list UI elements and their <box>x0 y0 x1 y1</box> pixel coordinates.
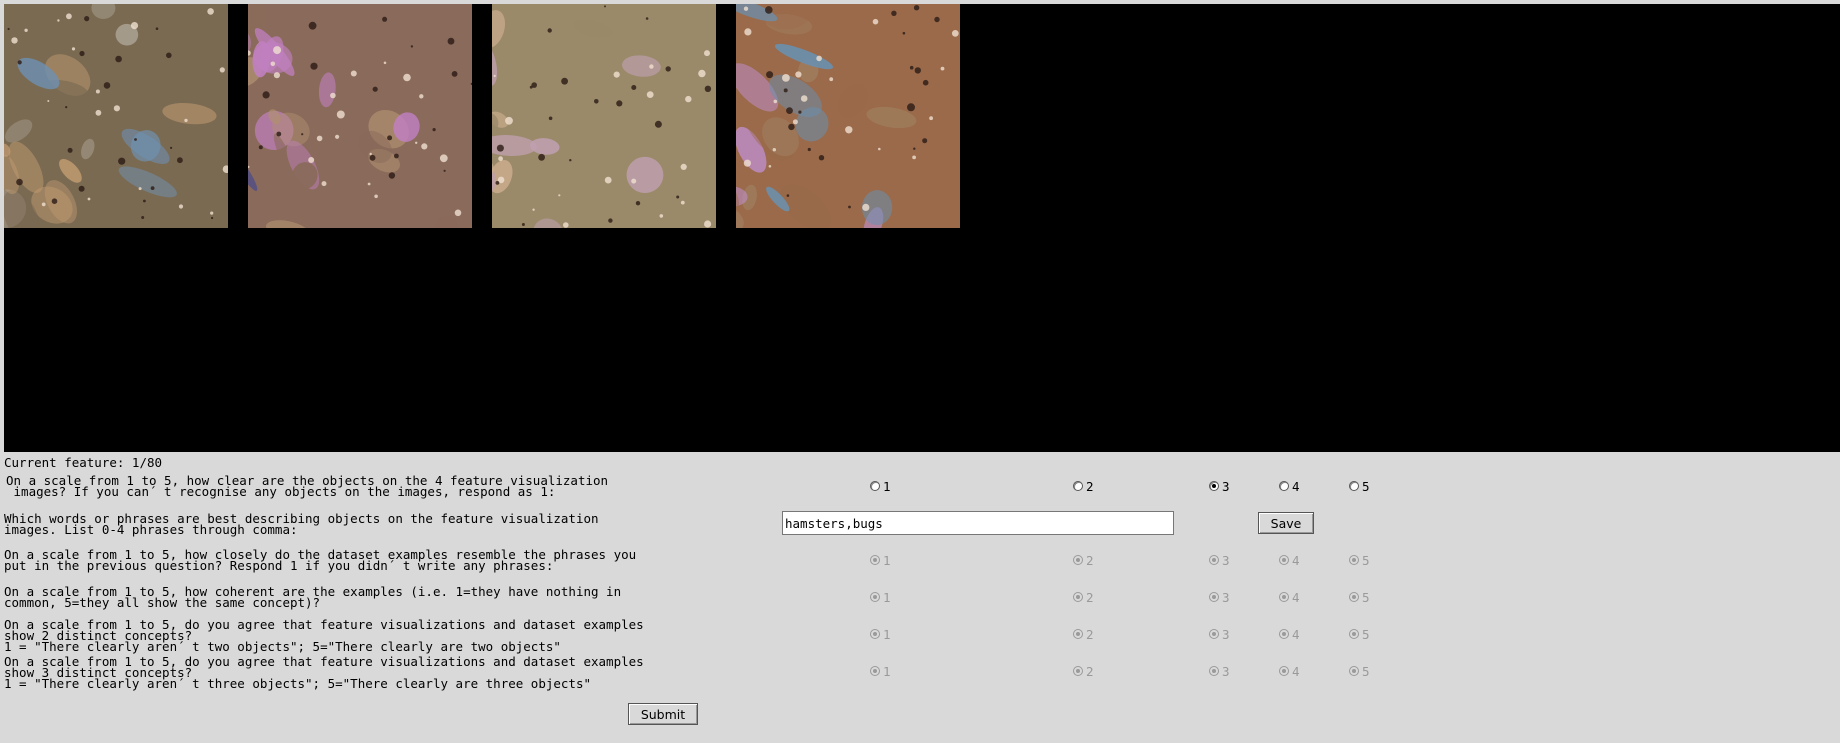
radio-resemblance-3: 3 <box>1209 552 1230 568</box>
radio-label: 2 <box>1086 589 1094 605</box>
question-clarity-line-2: images? If you can´ t recognise any obje… <box>6 484 556 499</box>
radio-label: 1 <box>883 626 891 642</box>
radio-coherence-4: 4 <box>1279 589 1300 605</box>
radio-dot-icon <box>1349 555 1359 565</box>
radio-dot-icon <box>1209 592 1219 602</box>
radio-label: 4 <box>1292 663 1300 679</box>
radio-dot-icon <box>1209 666 1219 676</box>
radio-dot-icon <box>870 481 880 491</box>
question-three-concepts-line-3: 1 = "There clearly aren´ t three objects… <box>4 676 591 691</box>
radio-coherence-2: 2 <box>1073 589 1094 605</box>
radio-clarity-1[interactable]: 1 <box>870 478 891 494</box>
radio-label: 5 <box>1362 663 1370 679</box>
radio-label: 2 <box>1086 552 1094 568</box>
radio-label: 4 <box>1292 552 1300 568</box>
feature-visualization-2 <box>248 4 472 228</box>
radio-dot-icon <box>870 555 880 565</box>
radio-resemblance-2: 2 <box>1073 552 1094 568</box>
radio-three-concepts-5: 5 <box>1349 663 1370 679</box>
radio-label: 4 <box>1292 589 1300 605</box>
radio-resemblance-1: 1 <box>870 552 891 568</box>
radio-label: 4 <box>1292 478 1300 494</box>
feature-visualization-3 <box>492 4 716 228</box>
radio-two-concepts-2: 2 <box>1073 626 1094 642</box>
radio-label: 3 <box>1222 626 1230 642</box>
radio-three-concepts-3: 3 <box>1209 663 1230 679</box>
question-clarity: On a scale from 1 to 5, how clear are th… <box>6 474 608 499</box>
radio-label: 1 <box>883 663 891 679</box>
radio-dot-icon <box>1209 629 1219 639</box>
radio-label: 5 <box>1362 478 1370 494</box>
radio-coherence-1: 1 <box>870 589 891 605</box>
radio-label: 2 <box>1086 626 1094 642</box>
radio-clarity-4[interactable]: 4 <box>1279 478 1300 494</box>
radio-dot-icon <box>1073 666 1083 676</box>
radio-label: 2 <box>1086 663 1094 679</box>
radio-three-concepts-4: 4 <box>1279 663 1300 679</box>
radio-label: 5 <box>1362 589 1370 605</box>
question-phrases: Which words or phrases are best describi… <box>4 512 599 536</box>
submit-button[interactable]: Submit <box>628 703 698 725</box>
radio-dot-icon <box>1349 629 1359 639</box>
radio-two-concepts-5: 5 <box>1349 626 1370 642</box>
current-feature-label: Current feature: 1/80 <box>4 455 163 470</box>
radio-dot-icon <box>870 629 880 639</box>
radio-dot-icon <box>1349 481 1359 491</box>
feature-visualization-1 <box>4 4 228 228</box>
radio-dot-icon <box>1209 555 1219 565</box>
radio-dot-icon <box>1073 481 1083 491</box>
radio-coherence-5: 5 <box>1349 589 1370 605</box>
radio-dot-icon <box>1073 592 1083 602</box>
save-button[interactable]: Save <box>1258 512 1314 534</box>
radio-dot-icon <box>1349 592 1359 602</box>
radio-dot-icon <box>1279 592 1289 602</box>
phrases-input[interactable] <box>782 511 1174 535</box>
radio-label: 3 <box>1222 478 1230 494</box>
radio-dot-icon <box>1209 481 1219 491</box>
questionnaire-panel: Current feature: 1/80 On a scale from 1 … <box>4 452 1840 743</box>
question-two-concepts-line-3: 1 = "There clearly aren´ t two objects";… <box>4 639 561 654</box>
radio-label: 1 <box>883 478 891 494</box>
radio-coherence-3: 3 <box>1209 589 1230 605</box>
radio-resemblance-4: 4 <box>1279 552 1300 568</box>
question-resemblance-line-2: put in the previous question? Respond 1 … <box>4 558 554 573</box>
question-coherence: On a scale from 1 to 5, how coherent are… <box>4 585 621 609</box>
radio-label: 5 <box>1362 626 1370 642</box>
radio-two-concepts-1: 1 <box>870 626 891 642</box>
radio-two-concepts-3: 3 <box>1209 626 1230 642</box>
radio-label: 1 <box>883 552 891 568</box>
radio-label: 3 <box>1222 663 1230 679</box>
radio-dot-icon <box>870 666 880 676</box>
radio-resemblance-5: 5 <box>1349 552 1370 568</box>
radio-three-concepts-1: 1 <box>870 663 891 679</box>
radio-label: 5 <box>1362 552 1370 568</box>
question-three-concepts: On a scale from 1 to 5, do you agree tha… <box>4 655 644 691</box>
radio-dot-icon <box>1279 481 1289 491</box>
radio-clarity-3[interactable]: 3 <box>1209 478 1230 494</box>
radio-clarity-2[interactable]: 2 <box>1073 478 1094 494</box>
radio-label: 4 <box>1292 626 1300 642</box>
question-two-concepts: On a scale from 1 to 5, do you agree tha… <box>4 618 644 654</box>
radio-dot-icon <box>870 592 880 602</box>
radio-dot-icon <box>1073 629 1083 639</box>
radio-label: 3 <box>1222 552 1230 568</box>
radio-dot-icon <box>1073 555 1083 565</box>
feature-visualization-4 <box>736 4 960 228</box>
radio-three-concepts-2: 2 <box>1073 663 1094 679</box>
question-resemblance: On a scale from 1 to 5, how closely do t… <box>4 548 636 573</box>
radio-label: 3 <box>1222 589 1230 605</box>
radio-dot-icon <box>1279 555 1289 565</box>
radio-dot-icon <box>1349 666 1359 676</box>
radio-clarity-5[interactable]: 5 <box>1349 478 1370 494</box>
radio-dot-icon <box>1279 666 1289 676</box>
radio-two-concepts-4: 4 <box>1279 626 1300 642</box>
radio-dot-icon <box>1279 629 1289 639</box>
radio-label: 2 <box>1086 478 1094 494</box>
radio-label: 1 <box>883 589 891 605</box>
